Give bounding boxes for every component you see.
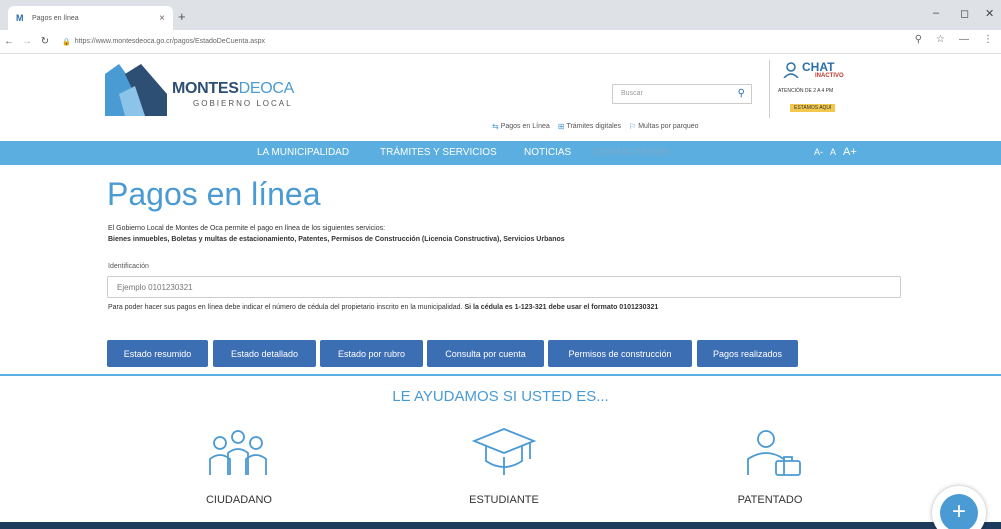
- font-smaller-button[interactable]: A-: [814, 147, 823, 157]
- chat-hours: ATENCIÓN DE 2 A 4 PM: [778, 88, 834, 94]
- patentado-label[interactable]: PATENTADO: [700, 494, 840, 506]
- estado-detallado-button[interactable]: Estado detallado: [213, 340, 316, 367]
- browser-tab[interactable]: M Pagos en línea ×: [8, 6, 173, 30]
- minimize-window-button[interactable]: –: [933, 7, 939, 19]
- quick-link-multas[interactable]: ⚐ Multas por parqueo: [629, 122, 699, 131]
- header-divider: [769, 60, 770, 118]
- section-divider: [0, 374, 1001, 376]
- close-tab-icon[interactable]: ×: [159, 13, 165, 24]
- estudiante-graduation-icon[interactable]: [472, 427, 536, 477]
- extension-icon[interactable]: —: [959, 34, 969, 45]
- site-favicon-icon: M: [16, 13, 24, 23]
- reload-icon[interactable]: ↻: [36, 36, 54, 47]
- font-normal-button[interactable]: A: [830, 147, 836, 157]
- zoom-icon[interactable]: ⚲: [915, 34, 922, 45]
- footer-bar: [0, 522, 1001, 529]
- menu-dots-icon[interactable]: ⋮: [983, 34, 993, 45]
- font-size-controls: A- A A+: [814, 146, 857, 158]
- estado-por-rubro-button[interactable]: Estado por rubro: [320, 340, 423, 367]
- lock-icon: 🔒: [62, 38, 71, 46]
- search-input[interactable]: Buscar ⚲: [612, 84, 752, 104]
- font-larger-button[interactable]: A+: [843, 146, 857, 158]
- bookmark-star-icon[interactable]: ☆: [936, 34, 945, 45]
- browser-tab-bar: M Pagos en línea × + – ◻ ✕: [0, 0, 1001, 30]
- chat-title[interactable]: CHAT: [802, 60, 834, 74]
- search-placeholder: Buscar: [621, 90, 643, 97]
- logo-subtitle: GOBIERNO LOCAL: [193, 99, 293, 108]
- identification-label: Identificación: [108, 263, 149, 270]
- search-icon[interactable]: ⚲: [738, 88, 745, 99]
- page-title: Pagos en línea: [107, 176, 321, 212]
- payment-icon: ⇆: [492, 122, 499, 131]
- services-list: Bienes inmuebles, Boletas y multas de es…: [108, 236, 565, 243]
- nav-tramites-servicios[interactable]: TRÁMITES Y SERVICIOS: [380, 147, 497, 158]
- new-tab-button[interactable]: +: [178, 9, 186, 24]
- ciudadano-label[interactable]: CIUDADANO: [169, 494, 309, 506]
- address-bar: ← → ↻ 🔒 https://www.montesdeoca.go.cr/pa…: [0, 30, 1001, 54]
- montes-de-oca-logo-icon[interactable]: [105, 64, 167, 116]
- identification-input[interactable]: [107, 276, 901, 298]
- close-window-button[interactable]: ✕: [985, 7, 994, 20]
- logo-light-text: DEOCA: [238, 80, 295, 97]
- nav-la-municipalidad[interactable]: LA MUNICIPALIDAD: [257, 147, 349, 158]
- help-section-title: LE AYUDAMOS SI USTED ES...: [392, 388, 609, 405]
- chat-badge[interactable]: ESTAMOS AQUÍ: [790, 104, 836, 112]
- browser-tab-title: Pagos en línea: [32, 14, 79, 22]
- pagos-realizados-button[interactable]: Pagos realizados: [697, 340, 798, 367]
- nav-contactenos[interactable]: CONTÁCTENOS: [593, 147, 670, 158]
- quick-link-pagos[interactable]: ⇆ Pagos en Línea: [492, 122, 550, 131]
- parking-icon: ⚐: [629, 122, 637, 131]
- consulta-por-cuenta-button[interactable]: Consulta por cuenta: [427, 340, 544, 367]
- logo-bold-text: MONTES: [172, 80, 239, 97]
- chat-status: INACTIVO: [815, 73, 844, 79]
- permisos-construccion-button[interactable]: Permisos de construcción: [548, 340, 692, 367]
- browser-toolbar-icons: ⚲ ☆ — ⋮: [915, 34, 993, 45]
- estudiante-label[interactable]: ESTUDIANTE: [434, 494, 574, 506]
- patentado-businessman-icon[interactable]: [740, 427, 804, 477]
- intro-text: El Gobierno Local de Montes de Oca permi…: [108, 225, 386, 232]
- identification-hint: Para poder hacer sus pagos en línea debe…: [108, 304, 659, 311]
- quick-links: ⇆ Pagos en Línea ⊞ Trámites digitales ⚐ Mul…: [492, 122, 699, 131]
- logo-wordmark[interactable]: MONTESDEOCA: [172, 80, 294, 98]
- cart-icon: ⊞: [557, 122, 565, 131]
- chat-person-icon: [783, 62, 799, 78]
- estado-resumido-button[interactable]: Estado resumido: [107, 340, 208, 367]
- forward-arrow-icon[interactable]: →: [18, 36, 36, 47]
- plus-icon[interactable]: +: [940, 494, 978, 529]
- restore-window-button[interactable]: ◻: [960, 7, 969, 20]
- back-arrow-icon[interactable]: ←: [0, 36, 18, 47]
- nav-noticias[interactable]: NOTICIAS: [524, 147, 571, 158]
- ciudadano-group-icon[interactable]: [206, 427, 270, 477]
- url-text: https://www.montesdeoca.go.cr/pagos/Esta…: [74, 38, 265, 45]
- quick-link-tramites[interactable]: ⊞ Trámites digitales: [558, 122, 621, 131]
- url-field[interactable]: 🔒 https://www.montesdeoca.go.cr/pagos/Es…: [62, 33, 942, 51]
- main-navigation: LA MUNICIPALIDAD TRÁMITES Y SERVICIOS NO…: [0, 141, 1001, 165]
